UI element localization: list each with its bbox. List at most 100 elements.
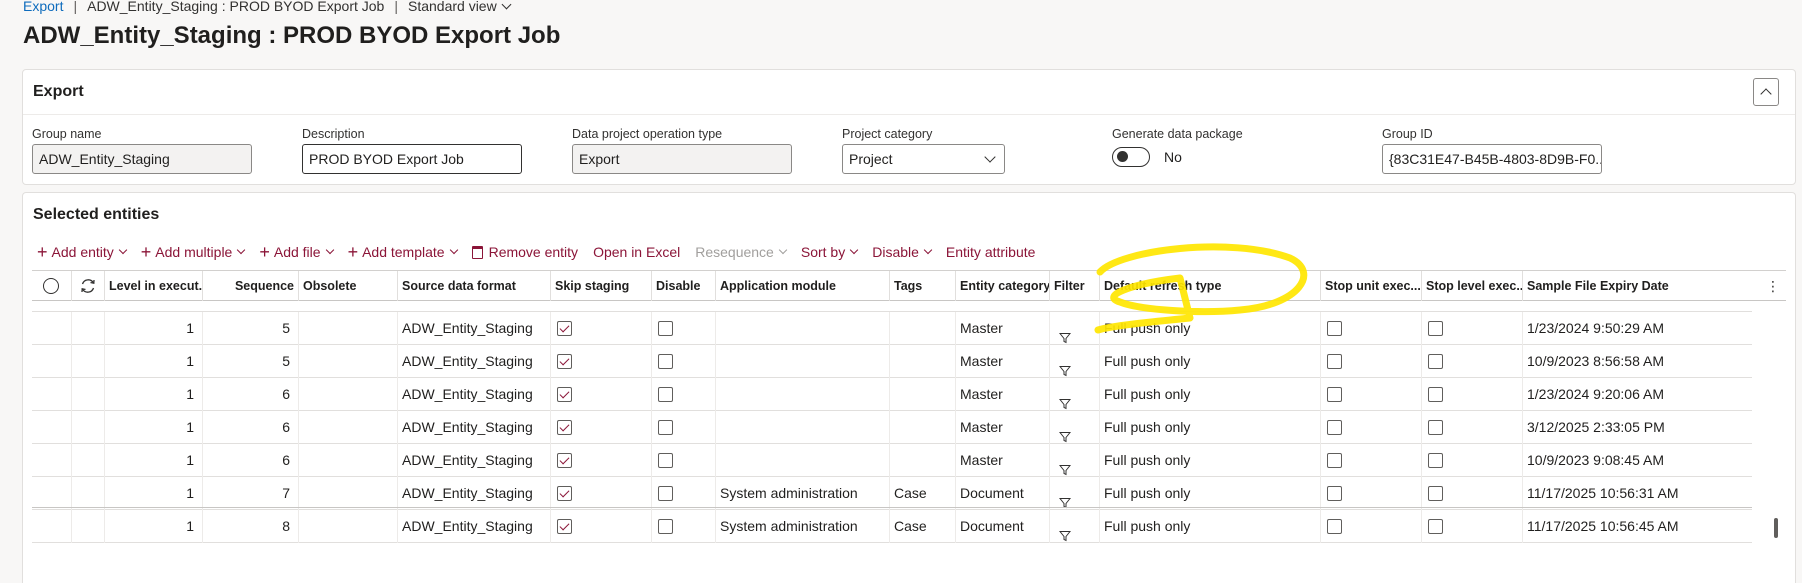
- column-header-filter[interactable]: Filter: [1050, 271, 1100, 301]
- chevron-down-icon: [984, 151, 996, 163]
- skip-staging-checkbox[interactable]: [557, 420, 572, 435]
- group-name-input[interactable]: ADW_Entity_Staging: [32, 144, 252, 174]
- filter-icon[interactable]: [1058, 389, 1072, 410]
- column-header-refresh-type[interactable]: Default refresh type: [1100, 271, 1321, 301]
- plus-icon: +: [259, 242, 270, 262]
- column-header-app-module[interactable]: Application module: [716, 271, 890, 301]
- column-header-sequence[interactable]: Sequence: [203, 271, 299, 301]
- disable-checkbox[interactable]: [658, 321, 673, 336]
- column-header-stop-unit[interactable]: Stop unit exec...: [1321, 271, 1422, 301]
- stop-unit-checkbox[interactable]: [1327, 387, 1342, 402]
- project-category-select[interactable]: Project: [842, 144, 1005, 174]
- generate-package-toggle[interactable]: [1112, 147, 1150, 167]
- sort-by-button[interactable]: Sort by: [801, 244, 859, 260]
- stop-unit-checkbox[interactable]: [1327, 420, 1342, 435]
- vertical-scrollbar-thumb[interactable]: [1774, 518, 1778, 538]
- filter-icon[interactable]: [1058, 356, 1072, 377]
- filter-icon[interactable]: [1058, 488, 1072, 509]
- stop-unit-checkbox[interactable]: [1327, 486, 1342, 501]
- description-input[interactable]: PROD BYOD Export Job: [302, 144, 522, 174]
- resequence-button[interactable]: Resequence: [695, 244, 788, 260]
- skip-staging-checkbox[interactable]: [557, 387, 572, 402]
- table-row[interactable]: 1 5 ADW_Entity_Staging Master Full push only…: [32, 345, 1752, 378]
- group-id-input[interactable]: {83C31E47-B45B-4803-8D9B-F0...: [1382, 144, 1602, 174]
- entity-attribute-button[interactable]: Entity attribute: [946, 244, 1036, 260]
- operation-type-field-wrap: Data project operation type Export: [572, 127, 792, 174]
- column-header-entity-category[interactable]: Entity category: [956, 271, 1050, 301]
- collapse-section-button[interactable]: [1753, 78, 1779, 106]
- more-options-icon[interactable]: ⋮: [1766, 278, 1780, 295]
- disable-checkbox[interactable]: [658, 453, 673, 468]
- table-row[interactable]: 1 6 ADW_Entity_Staging Master Full push only…: [32, 411, 1752, 444]
- stop-unit-checkbox[interactable]: [1327, 354, 1342, 369]
- filter-cell: [1050, 510, 1100, 543]
- stop-unit-checkbox[interactable]: [1327, 321, 1342, 336]
- table-row[interactable]: 1 6 ADW_Entity_Staging Master Full push only…: [32, 444, 1752, 477]
- stop-level-checkbox[interactable]: [1428, 453, 1443, 468]
- stop-level-checkbox[interactable]: [1428, 321, 1443, 336]
- stop-level-checkbox[interactable]: [1428, 486, 1443, 501]
- expiry-cell: 11/17/2025 10:56:45 AM: [1527, 518, 1679, 534]
- column-header-obsolete[interactable]: Obsolete: [299, 271, 398, 301]
- skip-staging-checkbox[interactable]: [557, 321, 572, 336]
- refresh-column[interactable]: [72, 271, 105, 301]
- add-multiple-label: Add multiple: [155, 244, 233, 260]
- remove-entity-button[interactable]: Remove entity: [471, 244, 578, 260]
- project-category-value: Project: [849, 151, 893, 167]
- column-header-expiry[interactable]: Sample File Expiry Date: [1523, 271, 1752, 301]
- breadcrumb-separator: |: [73, 0, 78, 14]
- table-row[interactable]: 1 6 ADW_Entity_Staging Master Full push only…: [32, 378, 1752, 411]
- group-name-field-wrap: Group name ADW_Entity_Staging: [32, 127, 252, 174]
- table-row[interactable]: 1 8 ADW_Entity_Staging System administratio…: [32, 510, 1752, 543]
- add-file-label: Add file: [273, 244, 321, 260]
- stop-unit-checkbox[interactable]: [1327, 453, 1342, 468]
- select-all-column[interactable]: [32, 271, 72, 301]
- filter-icon[interactable]: [1058, 455, 1072, 476]
- column-header-skip-staging[interactable]: Skip staging: [551, 271, 652, 301]
- export-section: Export Group name ADW_Entity_Staging Des…: [22, 69, 1796, 185]
- add-file-button[interactable]: + Add file: [259, 242, 334, 262]
- column-header-tags[interactable]: Tags: [890, 271, 956, 301]
- stop-level-checkbox[interactable]: [1428, 519, 1443, 534]
- column-header-stop-level[interactable]: Stop level exec...: [1422, 271, 1523, 301]
- disable-cell: [652, 444, 716, 477]
- view-selector[interactable]: Standard view: [408, 0, 512, 14]
- add-entity-button[interactable]: + Add entity: [37, 243, 128, 261]
- skip-staging-checkbox[interactable]: [557, 453, 572, 468]
- disable-checkbox[interactable]: [658, 486, 673, 501]
- disable-button[interactable]: Disable: [872, 244, 933, 260]
- add-template-button[interactable]: + Add template: [348, 243, 458, 261]
- entity-category-cell: Master: [956, 411, 1050, 444]
- entities-grid: Level in execut... Sequence Obsolete Sou…: [32, 270, 1786, 583]
- disable-checkbox[interactable]: [658, 420, 673, 435]
- column-header-disable[interactable]: Disable: [652, 271, 716, 301]
- disable-checkbox[interactable]: [658, 354, 673, 369]
- column-header-source-format[interactable]: Source data format: [398, 271, 551, 301]
- disable-checkbox[interactable]: [658, 519, 673, 534]
- tags-cell: [890, 345, 956, 378]
- open-in-excel-button[interactable]: Open in Excel: [593, 244, 680, 260]
- row-gutter-cell: [72, 345, 105, 378]
- project-category-field-wrap: Project category Project: [842, 127, 1005, 174]
- breadcrumb-export-link[interactable]: Export: [23, 0, 63, 14]
- stop-level-checkbox[interactable]: [1428, 420, 1443, 435]
- table-row[interactable]: 1 7 ADW_Entity_Staging System administratio…: [32, 477, 1752, 510]
- add-multiple-button[interactable]: + Add multiple: [141, 243, 246, 261]
- filter-icon[interactable]: [1058, 323, 1072, 344]
- stop-level-checkbox[interactable]: [1428, 387, 1443, 402]
- source-format-cell: ADW_Entity_Staging: [398, 345, 551, 378]
- column-header-level[interactable]: Level in execut...: [105, 271, 203, 301]
- filter-icon[interactable]: [1058, 521, 1072, 542]
- skip-staging-checkbox[interactable]: [557, 519, 572, 534]
- obsolete-cell: [299, 312, 398, 345]
- stop-level-checkbox[interactable]: [1428, 354, 1443, 369]
- skip-staging-checkbox[interactable]: [557, 354, 572, 369]
- skip-staging-checkbox[interactable]: [557, 486, 572, 501]
- operation-type-input[interactable]: Export: [572, 144, 792, 174]
- table-row[interactable]: 1 5 ADW_Entity_Staging Master Full push only…: [32, 312, 1752, 345]
- row-gutter-cell: [72, 411, 105, 444]
- filter-icon[interactable]: [1058, 422, 1072, 443]
- stop-unit-checkbox[interactable]: [1327, 519, 1342, 534]
- expiry-cell: 10/9/2023 9:08:45 AM: [1527, 452, 1664, 468]
- disable-checkbox[interactable]: [658, 387, 673, 402]
